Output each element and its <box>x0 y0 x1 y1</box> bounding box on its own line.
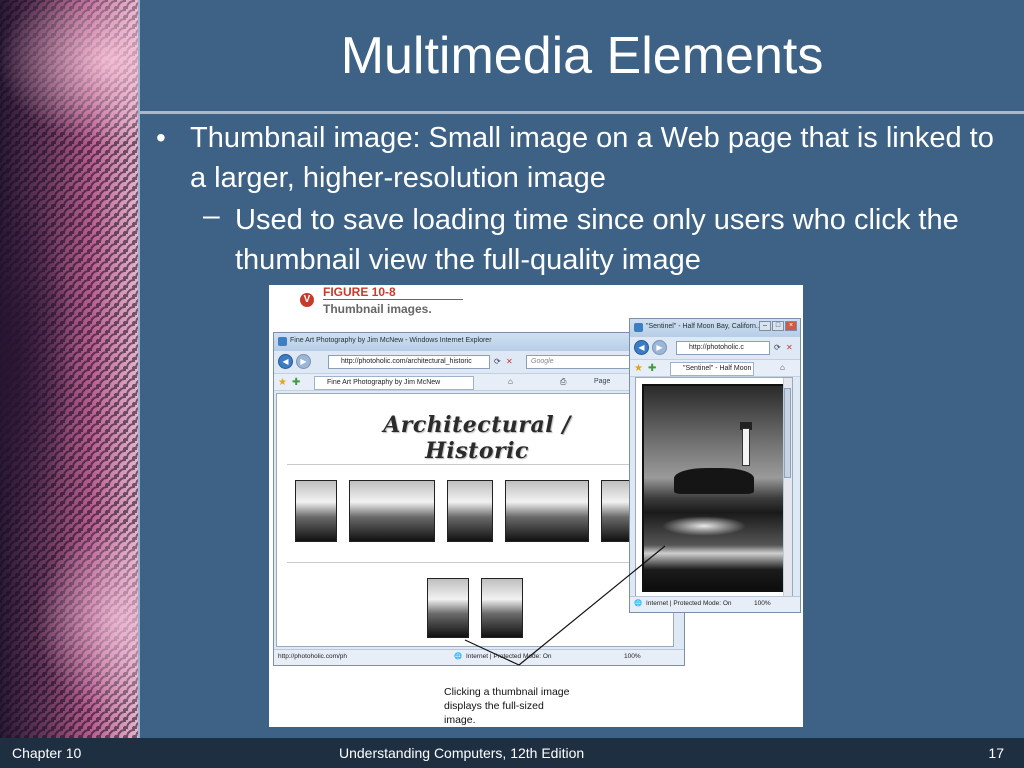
sub-bullet-text: Used to save loading time since only use… <box>235 204 959 276</box>
bullet-text: Thumbnail image: Small image on a Web pa… <box>190 122 994 194</box>
footer-book-title: Understanding Computers, 12th Edition <box>339 745 585 761</box>
slide-title: Multimedia Elements <box>340 27 824 85</box>
decorative-side-art <box>0 0 140 738</box>
callout-text: Clicking a thumbnail image displays the … <box>444 686 570 726</box>
sub-bullet: – Used to save loading time since only u… <box>203 199 993 280</box>
callout-lines <box>464 545 666 666</box>
title-divider <box>140 111 1024 114</box>
slide-footer: Chapter 10 Understanding Computers, 12th… <box>0 738 1024 768</box>
sub-bullet-dash: – <box>203 199 220 232</box>
bullet-thumbnail: • Thumbnail image: Small image on a Web … <box>156 118 1016 198</box>
figure-thumbnail-images: V FIGURE 10-8 Thumbnail images. Fine Art… <box>269 285 803 727</box>
footer-page-number: 17 <box>988 745 1004 761</box>
bullet-dot: • <box>156 122 166 153</box>
footer-chapter: Chapter 10 <box>12 745 82 761</box>
